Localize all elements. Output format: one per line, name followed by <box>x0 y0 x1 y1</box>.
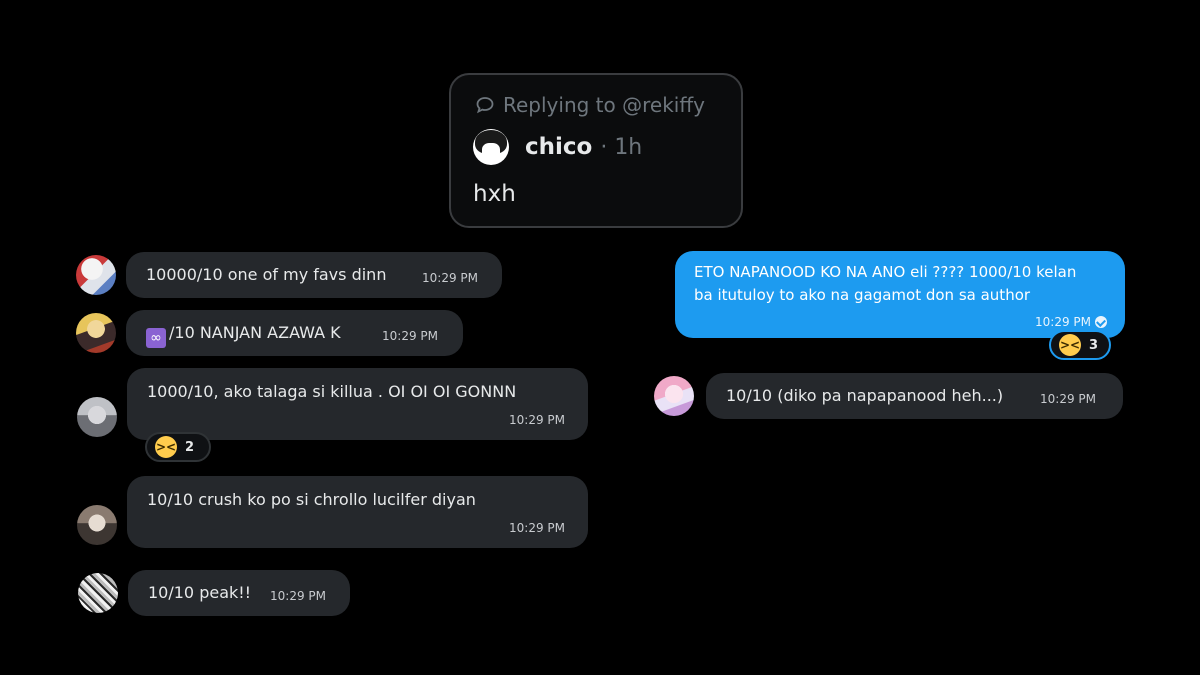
reaction-count: 3 <box>1089 337 1099 353</box>
avatar[interactable] <box>473 129 509 165</box>
avatar[interactable] <box>76 255 116 295</box>
message-bubble[interactable]: 10/10 crush ko po si chrollo lucilfer di… <box>127 476 588 548</box>
message-time: 10:29 PM <box>382 329 438 343</box>
message-text: 1000/10, ako talaga si killua . OI OI OI… <box>147 382 517 401</box>
message-bubble[interactable]: 10/10 (diko pa napapanood heh...) 10:29 … <box>706 373 1123 419</box>
message-bubble[interactable]: 10/10 peak!! 10:29 PM <box>128 570 350 616</box>
avatar[interactable] <box>78 573 118 613</box>
message-time: 10:29 PM <box>509 521 565 535</box>
message-text-line1: ETO NAPANOOD KO NA ANO eli ???? 1000/10 … <box>694 263 1077 281</box>
message-text-row: ∞/10 NANJAN AZAWA K <box>146 323 341 348</box>
message-bubble[interactable]: 10000/10 one of my favs dinn 10:29 PM <box>126 252 502 298</box>
laughing-emoji-icon: >< <box>155 436 177 458</box>
message-text: 10/10 (diko pa napapanood heh...) <box>726 386 1004 405</box>
replying-label: Replying to @rekiffy <box>503 93 705 117</box>
message-time: 10:29 PM <box>270 589 326 603</box>
quoted-author: chico · 1h <box>473 129 642 165</box>
post-time: · 1h <box>600 134 643 160</box>
message-bubble[interactable]: ∞/10 NANJAN AZAWA K 10:29 PM <box>126 310 463 356</box>
message-time: 10:29 PM <box>1035 315 1091 329</box>
message-time: 10:29 PM <box>509 413 565 427</box>
laughing-emoji-icon: >< <box>1059 334 1081 356</box>
message-text-line2: ba itutuloy to ako na gagamot don sa aut… <box>694 286 1031 304</box>
infinity-icon: ∞ <box>146 328 166 348</box>
message-text: 10/10 crush ko po si chrollo lucilfer di… <box>147 490 476 509</box>
quoted-post-card[interactable]: Replying to @rekiffy chico · 1h hxh <box>449 73 743 228</box>
author-name[interactable]: chico <box>525 134 592 160</box>
message-text: 10/10 peak!! <box>148 583 252 602</box>
replying-to: Replying to @rekiffy <box>475 93 705 117</box>
message-time: 10:29 PM <box>422 271 478 285</box>
reply-bubble-icon <box>476 97 494 114</box>
avatar[interactable] <box>654 376 694 416</box>
reaction-badge[interactable]: >< 2 <box>145 432 211 462</box>
avatar[interactable] <box>76 313 116 353</box>
message-time: 10:29 PM <box>1040 392 1096 406</box>
quoted-text: hxh <box>473 181 516 207</box>
own-message-bubble[interactable]: ETO NAPANOOD KO NA ANO eli ???? 1000/10 … <box>675 251 1125 338</box>
reaction-count: 2 <box>185 439 195 455</box>
message-text: 10000/10 one of my favs dinn <box>146 265 387 284</box>
reaction-badge[interactable]: >< 3 <box>1049 330 1111 360</box>
message-bubble[interactable]: 1000/10, ako talaga si killua . OI OI OI… <box>127 368 588 440</box>
sent-check-icon <box>1095 316 1107 328</box>
avatar[interactable] <box>77 505 117 545</box>
message-text: /10 NANJAN AZAWA K <box>169 323 341 342</box>
avatar[interactable] <box>77 397 117 437</box>
